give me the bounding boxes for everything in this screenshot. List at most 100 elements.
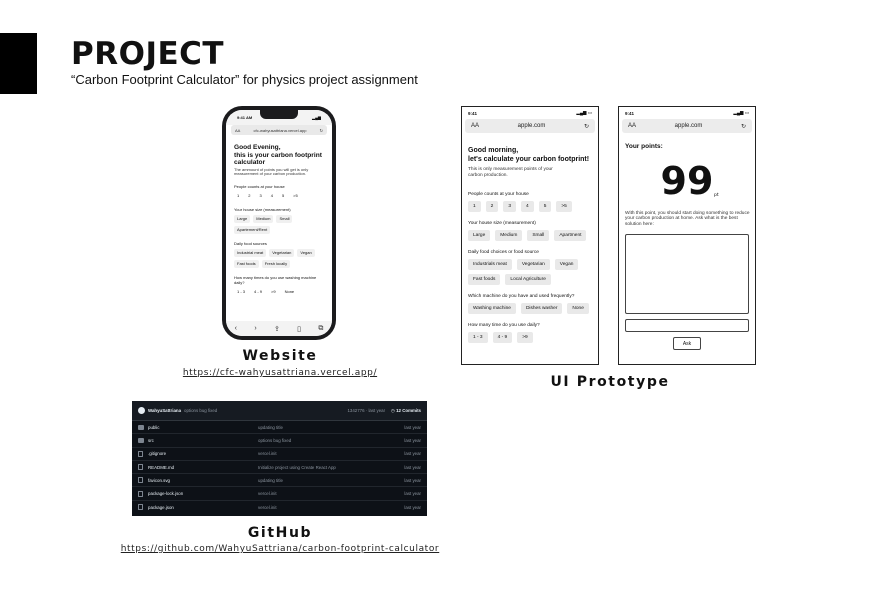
form-heading-1: Good morning,: [468, 147, 519, 154]
file-name[interactable]: package.json: [148, 505, 258, 510]
reload-icon[interactable]: ↻: [584, 123, 589, 130]
option-chip[interactable]: >5: [556, 201, 572, 212]
option-chip[interactable]: 5: [279, 192, 287, 200]
black-accent-block: [0, 33, 37, 94]
signal-icon: ▂▄▆: [312, 115, 321, 120]
option-chip[interactable]: 4 - 9: [492, 332, 513, 343]
option-chip[interactable]: Apartment: [554, 230, 587, 241]
file-name[interactable]: public: [148, 425, 258, 430]
reload-icon[interactable]: ↻: [320, 128, 323, 133]
option-chip[interactable]: 4: [521, 201, 534, 212]
website-link[interactable]: https://cfc-wahyusattriana.vercel.app/: [170, 368, 390, 378]
option-chip[interactable]: >9: [517, 332, 533, 343]
option-chip[interactable]: Fresh locally: [261, 259, 291, 268]
option-chip[interactable]: Local Agriculture: [505, 274, 551, 285]
github-username[interactable]: WahyuSattriana: [148, 408, 181, 413]
option-chip[interactable]: Fast foods: [234, 259, 259, 268]
option-chip[interactable]: >5: [290, 192, 301, 200]
option-chip[interactable]: Industrial meat: [234, 248, 267, 257]
option-chip[interactable]: Washing machine: [468, 303, 516, 314]
address-text: apple.com: [517, 123, 546, 129]
option-chip[interactable]: 2: [245, 192, 253, 200]
option-chip[interactable]: Vegan: [297, 248, 315, 257]
text-size-icon[interactable]: AA: [235, 128, 240, 133]
phone-options-food: Industrial meat Vegetarian Vegan Fast fo…: [234, 248, 324, 268]
option-chip[interactable]: Apartement/Rent: [234, 225, 271, 234]
file-name[interactable]: README.md: [148, 465, 258, 470]
avatar[interactable]: [138, 407, 145, 414]
github-link[interactable]: https://github.com/WahyuSattriana/carbon…: [110, 544, 450, 554]
option-chip[interactable]: Industrials meat: [468, 259, 512, 270]
file-commit[interactable]: vercel.init: [258, 491, 404, 496]
question-input[interactable]: [625, 319, 749, 332]
file-commit[interactable]: Initialize project using Create React Ap…: [258, 465, 404, 470]
file-row[interactable]: README.md Initialize project using Creat…: [132, 461, 427, 475]
commits-link[interactable]: ◷ 12 Commits: [391, 408, 421, 414]
question-house: Your house size (measurement): [468, 221, 536, 226]
option-chip[interactable]: Medium: [253, 214, 274, 223]
forward-icon[interactable]: ›: [254, 325, 256, 332]
option-chip[interactable]: Vegetarian: [269, 248, 295, 257]
address-text: apple.com: [674, 123, 703, 129]
share-icon[interactable]: ⇪: [274, 325, 280, 333]
phone-heading-1: Good Evening,: [234, 144, 281, 151]
prototype-screen-form: 9:41 ▂▄▆ ▭ AA apple.com ↻ Good morning, …: [461, 106, 599, 365]
option-chip[interactable]: 4 - 9: [251, 288, 265, 296]
ask-button[interactable]: Ask: [673, 337, 701, 350]
points-value: 99 pt: [619, 159, 755, 203]
option-chip[interactable]: None: [567, 303, 589, 314]
option-chip[interactable]: 4: [268, 192, 276, 200]
file-name[interactable]: src: [148, 438, 258, 443]
option-chip[interactable]: Dishes washer: [520, 303, 563, 314]
file-commit[interactable]: updating title: [258, 478, 404, 483]
file-row[interactable]: favicon.svg updating title last year: [132, 474, 427, 488]
option-chip[interactable]: 2: [485, 201, 499, 212]
tabs-icon[interactable]: ⧉: [318, 325, 323, 333]
file-row[interactable]: public updating title last year: [132, 421, 427, 435]
back-icon[interactable]: ‹: [235, 325, 237, 332]
latest-commit-message[interactable]: options bug fixed: [184, 408, 347, 413]
option-chip[interactable]: Large: [234, 214, 251, 223]
form-body: Good morning, let's calculate your carbo…: [462, 133, 598, 343]
option-chip[interactable]: 1: [234, 192, 242, 200]
option-chip[interactable]: 3: [503, 201, 517, 212]
file-name[interactable]: favicon.svg: [148, 478, 258, 483]
option-chip[interactable]: Large: [468, 230, 491, 241]
reload-icon[interactable]: ↻: [741, 123, 746, 130]
option-chip[interactable]: >9: [268, 288, 279, 296]
file-row[interactable]: src options bug fixed last year: [132, 434, 427, 448]
option-chip[interactable]: None: [282, 288, 298, 296]
option-chip[interactable]: Small: [276, 214, 293, 223]
file-commit[interactable]: options bug fixed: [258, 438, 404, 443]
option-chip[interactable]: 3: [256, 192, 264, 200]
bookmarks-icon[interactable]: ▯: [297, 325, 301, 333]
option-chip[interactable]: Vegan: [554, 259, 579, 270]
option-chip[interactable]: 1: [468, 201, 481, 212]
file-name[interactable]: .gitignore: [148, 451, 258, 456]
option-chip[interactable]: 1 - 3: [468, 332, 488, 343]
file-commit[interactable]: vercel.init: [258, 451, 404, 456]
file-row[interactable]: package-lock.json vercel.init last year: [132, 487, 427, 501]
answer-textarea[interactable]: [625, 234, 749, 314]
phone-address-bar[interactable]: AA cfc-wahyusattriana.vercel.app ↻: [231, 125, 327, 135]
phone-screen: 9:41 AM ▂▄▆ AA cfc-wahyusattriana.vercel…: [226, 110, 332, 336]
page-subtitle: “Carbon Footprint Calculator” for physic…: [71, 72, 418, 87]
address-bar[interactable]: AA apple.com ↻: [465, 119, 595, 133]
file-commit[interactable]: vercel.init: [258, 505, 404, 510]
text-size-icon[interactable]: AA: [471, 123, 479, 129]
address-bar[interactable]: AA apple.com ↻: [622, 119, 752, 133]
option-chip[interactable]: Small: [527, 230, 550, 241]
text-size-icon[interactable]: AA: [628, 123, 636, 129]
phone-address: cfc-wahyusattriana.vercel.app: [253, 127, 307, 133]
file-name[interactable]: package-lock.json: [148, 491, 258, 496]
option-chip[interactable]: 5: [538, 201, 552, 212]
options-usage: 1 - 3 4 - 9 >9: [468, 332, 592, 343]
option-chip[interactable]: Medium: [495, 230, 523, 241]
file-row[interactable]: .gitignore vercel.init last year: [132, 448, 427, 461]
option-chip[interactable]: Vegetarian: [516, 259, 550, 270]
file-commit[interactable]: updating title: [258, 425, 404, 430]
option-chip[interactable]: 1 - 3: [234, 288, 248, 296]
option-chip[interactable]: Fast foods: [468, 274, 501, 285]
file-time: last year: [404, 477, 421, 483]
file-row[interactable]: package.json vercel.init last year: [132, 501, 427, 514]
